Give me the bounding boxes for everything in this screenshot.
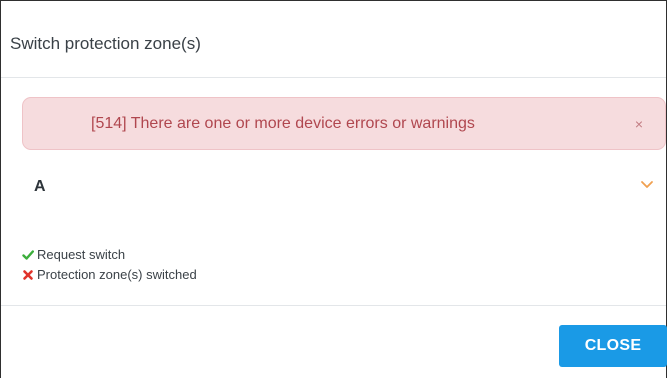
status-label: Request switch <box>37 247 126 262</box>
check-icon <box>22 249 35 261</box>
status-list: Request switch Protection zone(s) switch… <box>22 245 197 285</box>
zone-accordion-header[interactable]: A <box>1 171 666 211</box>
alert-message: [514] There are one or more device error… <box>91 115 475 132</box>
switch-protection-zones-dialog: Switch protection zone(s) [514] There ar… <box>0 0 667 378</box>
x-icon <box>22 269 34 281</box>
alert-close-icon[interactable]: × <box>635 115 643 133</box>
chevron-down-icon[interactable] <box>638 176 656 194</box>
footer-divider <box>1 305 666 306</box>
zone-name: A <box>34 178 46 195</box>
dialog-header: Switch protection zone(s) <box>1 1 666 78</box>
dialog-title: Switch protection zone(s) <box>10 34 201 53</box>
error-alert: [514] There are one or more device error… <box>22 97 666 150</box>
status-item-zones-switched: Protection zone(s) switched <box>22 265 197 285</box>
status-label: Protection zone(s) switched <box>37 267 197 282</box>
status-item-request-switch: Request switch <box>22 245 197 265</box>
close-button[interactable]: CLOSE <box>559 325 667 367</box>
